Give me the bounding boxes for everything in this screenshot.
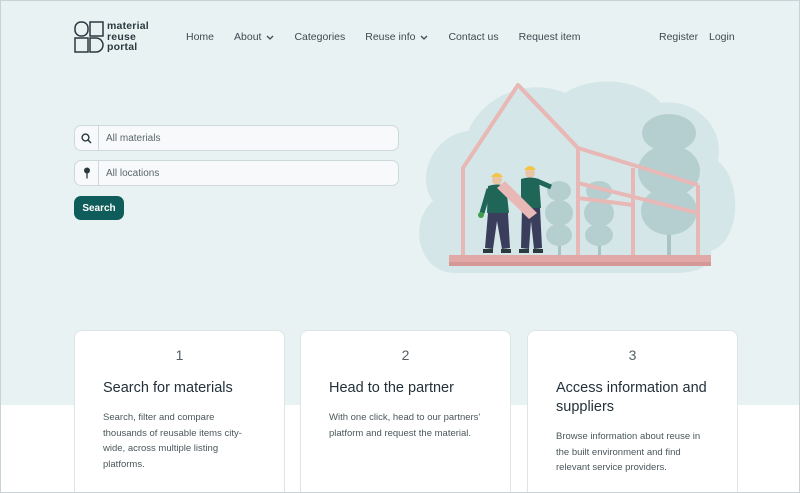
nav-item-label: About [234,31,262,43]
login-link[interactable]: Login [709,31,735,43]
step-number: 3 [628,347,637,363]
search-icon [75,126,99,150]
site-logo[interactable]: material reuse portal [74,21,149,53]
nav-item-request-item[interactable]: Request item [519,31,581,43]
nav-item-label: Reuse info [365,31,416,43]
nav-item-label: Categories [294,31,346,43]
nav-item-contact-us[interactable]: Contact us [448,31,498,43]
nav-item-about[interactable]: About [234,31,274,43]
materials-search-field [74,125,399,151]
locations-search-input[interactable] [99,167,398,179]
logo-text: material reuse portal [107,21,149,53]
nav-item-label: Contact us [448,31,499,43]
nav-item-label: Request item [518,31,581,43]
step-number: 2 [401,347,410,363]
step-description: Browse information about reuse in the bu… [556,431,701,473]
step-card-3: 3 Access information and suppliers Brows… [527,330,738,492]
locations-search-field [74,160,399,186]
workers-building-frame-illustration [419,81,736,273]
chevron-down-icon [267,35,274,40]
floor-shadow [449,262,711,266]
step-card-1: 1 Search for materials Search, filter an… [74,330,285,492]
step-number: 1 [175,347,184,363]
search-button[interactable]: Search [74,196,124,220]
step-description: With one click, head to our partners' pl… [329,412,481,439]
main-nav: Home About Categories Reuse info Contact… [186,31,601,43]
step-title: Search for materials [103,380,233,396]
step-title: Access information and suppliers [556,380,707,415]
nav-item-home[interactable]: Home [186,31,214,43]
register-link[interactable]: Register [659,31,698,43]
location-pin-icon [75,161,99,185]
step-description: Search, filter and compare thousands of … [103,412,242,470]
materials-search-input[interactable] [99,132,398,144]
chevron-down-icon [420,35,428,40]
step-card-2: 2 Head to the partner With one click, he… [300,330,511,492]
logo-line-1: material [107,20,149,32]
page-frame: material reuse portal Home About Categor… [0,0,800,493]
logo-line-3: portal [107,41,138,53]
logo-mark-icon [74,21,104,53]
nav-item-categories[interactable]: Categories [294,31,345,43]
step-title: Head to the partner [329,380,454,396]
floor-slab [449,255,711,262]
nav-item-label: Home [186,31,215,43]
nav-item-reuse-info[interactable]: Reuse info [365,31,428,43]
